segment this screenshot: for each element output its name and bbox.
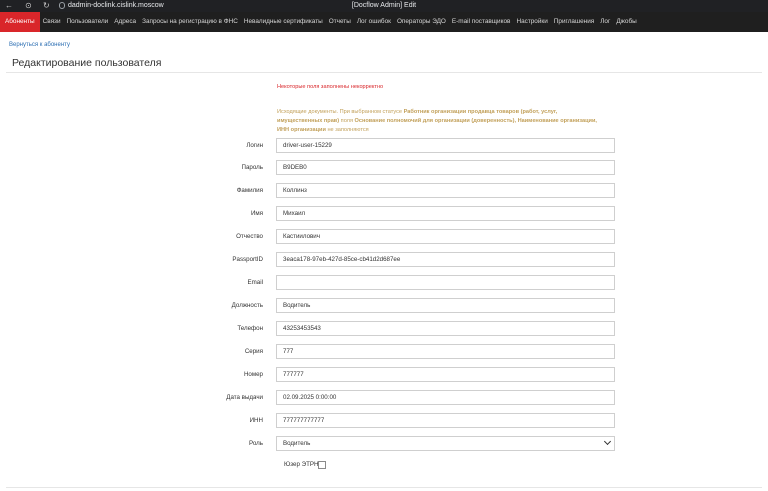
main-menu: Абоненты Связи Пользователи Адреса Запро… (0, 12, 768, 32)
number-label: Номер (243, 371, 263, 378)
etrn-user-label: Юзер ЭТРН (284, 461, 319, 468)
back-to-subscriber-link[interactable]: Вернуться к абоненту (9, 42, 70, 48)
divider (6, 487, 762, 488)
back-arrow-icon[interactable]: ← (5, 1, 13, 11)
inn-label: ИНН (249, 417, 263, 424)
patronymic-field[interactable] (276, 229, 615, 244)
menu-item-log[interactable]: Лог (597, 12, 613, 32)
etrn-user-checkbox[interactable] (318, 461, 326, 469)
series-field[interactable] (276, 344, 615, 359)
reload-icon[interactable]: ↻ (43, 1, 50, 11)
menu-item-edo-operators[interactable]: Операторы ЭДО (394, 12, 449, 32)
lock-icon (59, 2, 65, 9)
email-label: Email (247, 279, 263, 286)
page-title: Редактирование пользователя (12, 57, 162, 69)
menu-item-invalid-certs[interactable]: Невалидные сертификаты (241, 12, 326, 32)
divider (6, 72, 762, 73)
menu-item-users[interactable]: Пользователи (64, 12, 112, 32)
passport-id-label: PassportID (232, 256, 263, 263)
address-bar[interactable]: dadmin-doclink.cislink.moscow (68, 1, 164, 11)
menu-item-reports[interactable]: Отчеты (326, 12, 354, 32)
passport-id-field[interactable] (276, 252, 615, 267)
position-label: Должность (231, 302, 263, 309)
menu-item-jobs[interactable]: Джобы (613, 12, 639, 32)
browser-bar: ← ⊙ ↻ dadmin-doclink.cislink.moscow [Doc… (0, 0, 768, 12)
note-text: не заполняются (325, 127, 369, 133)
first-name-field[interactable] (276, 206, 615, 221)
issue-date-label: Дата выдачи (226, 394, 263, 401)
menu-item-settings[interactable]: Настройки (513, 12, 550, 32)
info-note: Исходящие документы. При выбранном стату… (277, 108, 597, 135)
menu-item-subscribers[interactable]: Абоненты (0, 12, 40, 32)
issue-date-field[interactable] (276, 390, 615, 405)
phone-field[interactable] (276, 321, 615, 336)
role-select[interactable]: Водитель (276, 436, 615, 451)
chevron-down-icon (603, 437, 612, 446)
last-name-field[interactable] (276, 183, 615, 198)
note-text: поля (339, 118, 355, 124)
menu-item-error-log[interactable]: Лог ошибок (354, 12, 394, 32)
role-selected-value: Водитель (283, 440, 311, 447)
series-label: Серия (244, 348, 263, 355)
menu-item-fns-requests[interactable]: Запросы на регистрацию в ФНС (139, 12, 241, 32)
menu-item-supplier-emails[interactable]: E-mail поставщиков (449, 12, 514, 32)
password-field[interactable] (276, 160, 615, 175)
first-name-label: Имя (250, 210, 263, 217)
menu-item-links[interactable]: Связи (40, 12, 64, 32)
last-name-label: Фамилия (236, 187, 263, 194)
password-label: Пароль (241, 164, 263, 171)
number-field[interactable] (276, 367, 615, 382)
menu-item-invitations[interactable]: Приглашения (551, 12, 597, 32)
note-text: Исходящие документы. При выбранном стату… (277, 109, 404, 115)
login-field[interactable] (276, 138, 615, 153)
inn-field[interactable] (276, 413, 615, 428)
login-label: Логин (246, 142, 263, 149)
patronymic-label: Отчество (236, 233, 263, 240)
position-field[interactable] (276, 298, 615, 313)
site-info-icon[interactable]: ⊙ (25, 1, 32, 11)
phone-label: Телефон (237, 325, 263, 332)
menu-item-addresses[interactable]: Адреса (111, 12, 139, 32)
role-label: Роль (249, 440, 263, 447)
email-field[interactable] (276, 275, 615, 290)
validation-error: Некоторые поля заполнены некорректно (277, 84, 384, 90)
